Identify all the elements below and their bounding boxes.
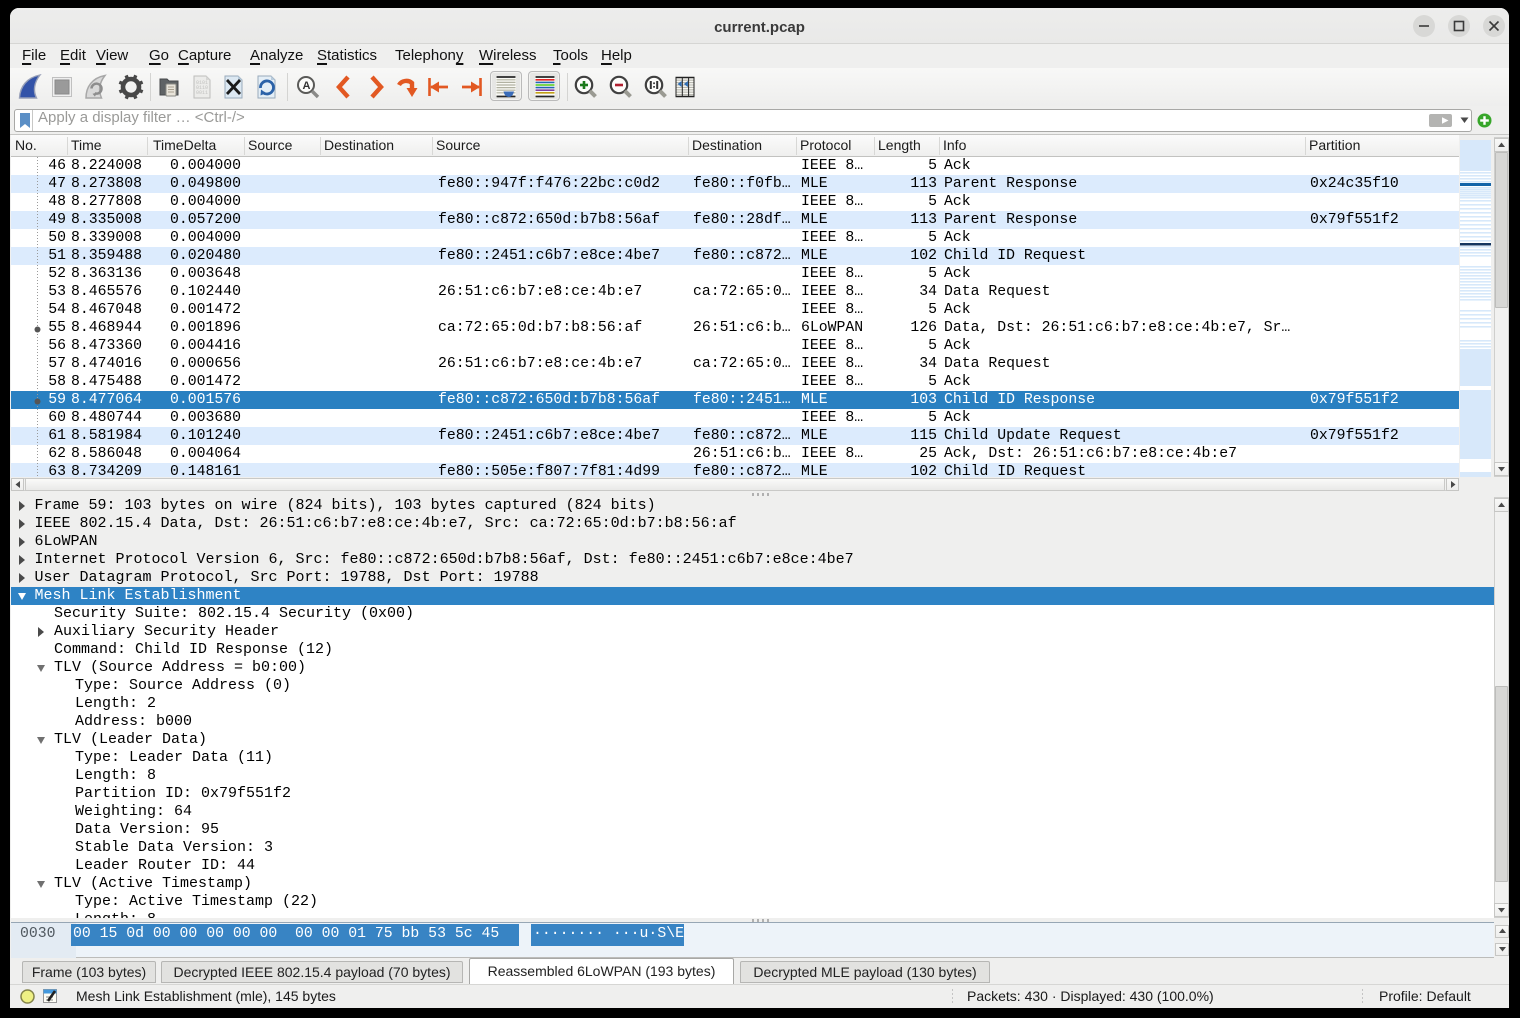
svg-text:A: A: [303, 80, 311, 92]
svg-text:0011: 0011: [196, 90, 208, 96]
